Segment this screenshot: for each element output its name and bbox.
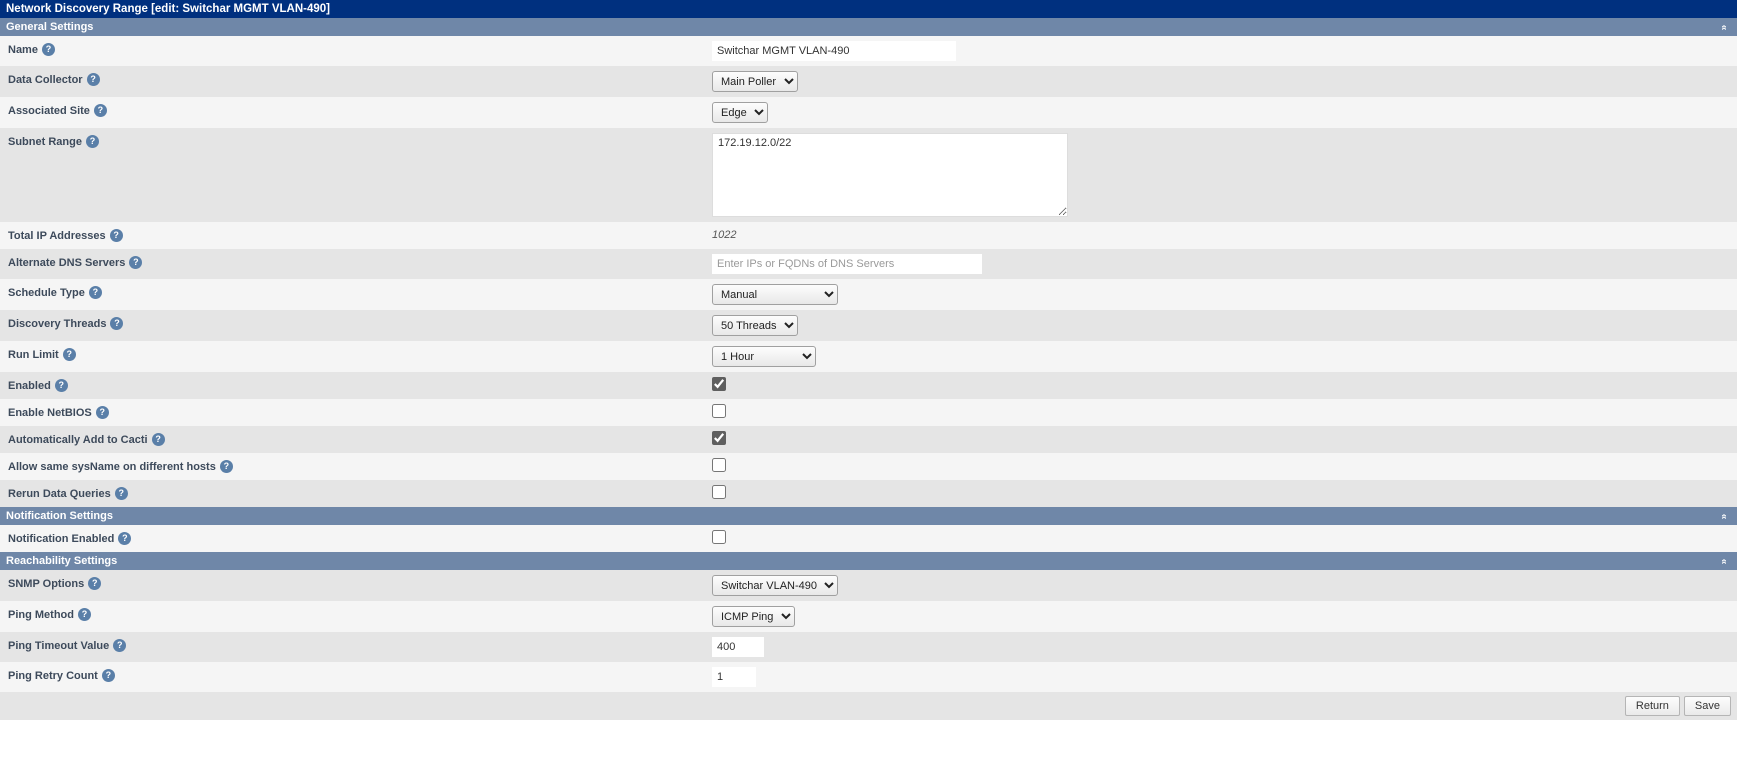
row-snmp-options: SNMP Options ? Switchar VLAN-490 <box>0 570 1737 601</box>
enable-netbios-checkbox[interactable] <box>712 404 726 418</box>
label-ping-retry: Ping Retry Count <box>8 670 98 682</box>
help-icon[interactable]: ? <box>110 229 123 242</box>
snmp-options-select[interactable]: Switchar VLAN-490 <box>712 575 838 596</box>
footer-bar: Return Save <box>0 692 1737 720</box>
help-icon[interactable]: ? <box>42 43 55 56</box>
label-run-limit: Run Limit <box>8 349 59 361</box>
help-icon[interactable]: ? <box>102 669 115 682</box>
help-icon[interactable]: ? <box>87 73 100 86</box>
row-total-ip: Total IP Addresses ? 1022 <box>0 222 1737 249</box>
label-rerun-data: Rerun Data Queries <box>8 488 111 500</box>
schedule-type-select[interactable]: Manual <box>712 284 838 305</box>
section-title-general: General Settings <box>6 21 93 33</box>
section-title-reachability: Reachability Settings <box>6 555 117 567</box>
enabled-checkbox[interactable] <box>712 377 726 391</box>
row-ping-method: Ping Method ? ICMP Ping <box>0 601 1737 632</box>
help-icon[interactable]: ? <box>78 608 91 621</box>
help-icon[interactable]: ? <box>129 256 142 269</box>
row-schedule-type: Schedule Type ? Manual <box>0 279 1737 310</box>
alt-dns-input[interactable] <box>712 254 982 274</box>
collapse-icon[interactable]: « <box>1719 509 1730 523</box>
help-icon[interactable]: ? <box>63 348 76 361</box>
label-associated-site: Associated Site <box>8 105 90 117</box>
row-ping-retry: Ping Retry Count ? <box>0 662 1737 692</box>
label-enable-netbios: Enable NetBIOS <box>8 407 92 419</box>
discovery-threads-select[interactable]: 50 Threads <box>712 315 798 336</box>
subnet-range-textarea[interactable] <box>712 133 1068 217</box>
section-header-general: General Settings « <box>0 18 1737 36</box>
help-icon[interactable]: ? <box>86 135 99 148</box>
row-alt-dns: Alternate DNS Servers ? <box>0 249 1737 279</box>
name-input[interactable] <box>712 41 956 61</box>
save-button[interactable]: Save <box>1684 696 1731 716</box>
ping-method-select[interactable]: ICMP Ping <box>712 606 795 627</box>
label-ping-timeout: Ping Timeout Value <box>8 640 109 652</box>
label-alt-dns: Alternate DNS Servers <box>8 257 125 269</box>
help-icon[interactable]: ? <box>96 406 109 419</box>
help-icon[interactable]: ? <box>88 577 101 590</box>
page-title-bar: Network Discovery Range [edit: Switchar … <box>0 0 1737 18</box>
section-header-notification: Notification Settings « <box>0 507 1737 525</box>
label-subnet-range: Subnet Range <box>8 136 82 148</box>
row-auto-add: Automatically Add to Cacti ? <box>0 426 1737 453</box>
help-icon[interactable]: ? <box>89 286 102 299</box>
row-allow-sysname: Allow same sysName on different hosts ? <box>0 453 1737 480</box>
row-discovery-threads: Discovery Threads ? 50 Threads <box>0 310 1737 341</box>
row-ping-timeout: Ping Timeout Value ? <box>0 632 1737 662</box>
help-icon[interactable]: ? <box>55 379 68 392</box>
ping-timeout-input[interactable] <box>712 637 764 657</box>
allow-sysname-checkbox[interactable] <box>712 458 726 472</box>
data-collector-select[interactable]: Main Poller <box>712 71 798 92</box>
label-enabled: Enabled <box>8 380 51 392</box>
label-allow-sysname: Allow same sysName on different hosts <box>8 461 216 473</box>
page-title: Network Discovery Range [edit: Switchar … <box>6 3 330 15</box>
label-data-collector: Data Collector <box>8 74 83 86</box>
label-snmp-options: SNMP Options <box>8 578 84 590</box>
help-icon[interactable]: ? <box>152 433 165 446</box>
return-button[interactable]: Return <box>1625 696 1680 716</box>
help-icon[interactable]: ? <box>220 460 233 473</box>
help-icon[interactable]: ? <box>115 487 128 500</box>
label-ping-method: Ping Method <box>8 609 74 621</box>
row-notif-enabled: Notification Enabled ? <box>0 525 1737 552</box>
notif-enabled-checkbox[interactable] <box>712 530 726 544</box>
help-icon[interactable]: ? <box>118 532 131 545</box>
row-associated-site: Associated Site ? Edge <box>0 97 1737 128</box>
total-ip-value: 1022 <box>712 229 736 241</box>
row-run-limit: Run Limit ? 1 Hour <box>0 341 1737 372</box>
collapse-icon[interactable]: « <box>1719 554 1730 568</box>
associated-site-select[interactable]: Edge <box>712 102 768 123</box>
row-data-collector: Data Collector ? Main Poller <box>0 66 1737 97</box>
collapse-icon[interactable]: « <box>1719 20 1730 34</box>
rerun-data-checkbox[interactable] <box>712 485 726 499</box>
label-schedule-type: Schedule Type <box>8 287 85 299</box>
help-icon[interactable]: ? <box>94 104 107 117</box>
label-auto-add: Automatically Add to Cacti <box>8 434 148 446</box>
help-icon[interactable]: ? <box>110 317 123 330</box>
section-title-notification: Notification Settings <box>6 510 113 522</box>
help-icon[interactable]: ? <box>113 639 126 652</box>
run-limit-select[interactable]: 1 Hour <box>712 346 816 367</box>
row-subnet-range: Subnet Range ? <box>0 128 1737 222</box>
row-rerun-data: Rerun Data Queries ? <box>0 480 1737 507</box>
label-total-ip: Total IP Addresses <box>8 230 106 242</box>
section-header-reachability: Reachability Settings « <box>0 552 1737 570</box>
label-discovery-threads: Discovery Threads <box>8 318 106 330</box>
row-name: Name ? <box>0 36 1737 66</box>
ping-retry-input[interactable] <box>712 667 756 687</box>
row-enabled: Enabled ? <box>0 372 1737 399</box>
row-enable-netbios: Enable NetBIOS ? <box>0 399 1737 426</box>
auto-add-checkbox[interactable] <box>712 431 726 445</box>
label-name: Name <box>8 44 38 56</box>
label-notif-enabled: Notification Enabled <box>8 533 114 545</box>
